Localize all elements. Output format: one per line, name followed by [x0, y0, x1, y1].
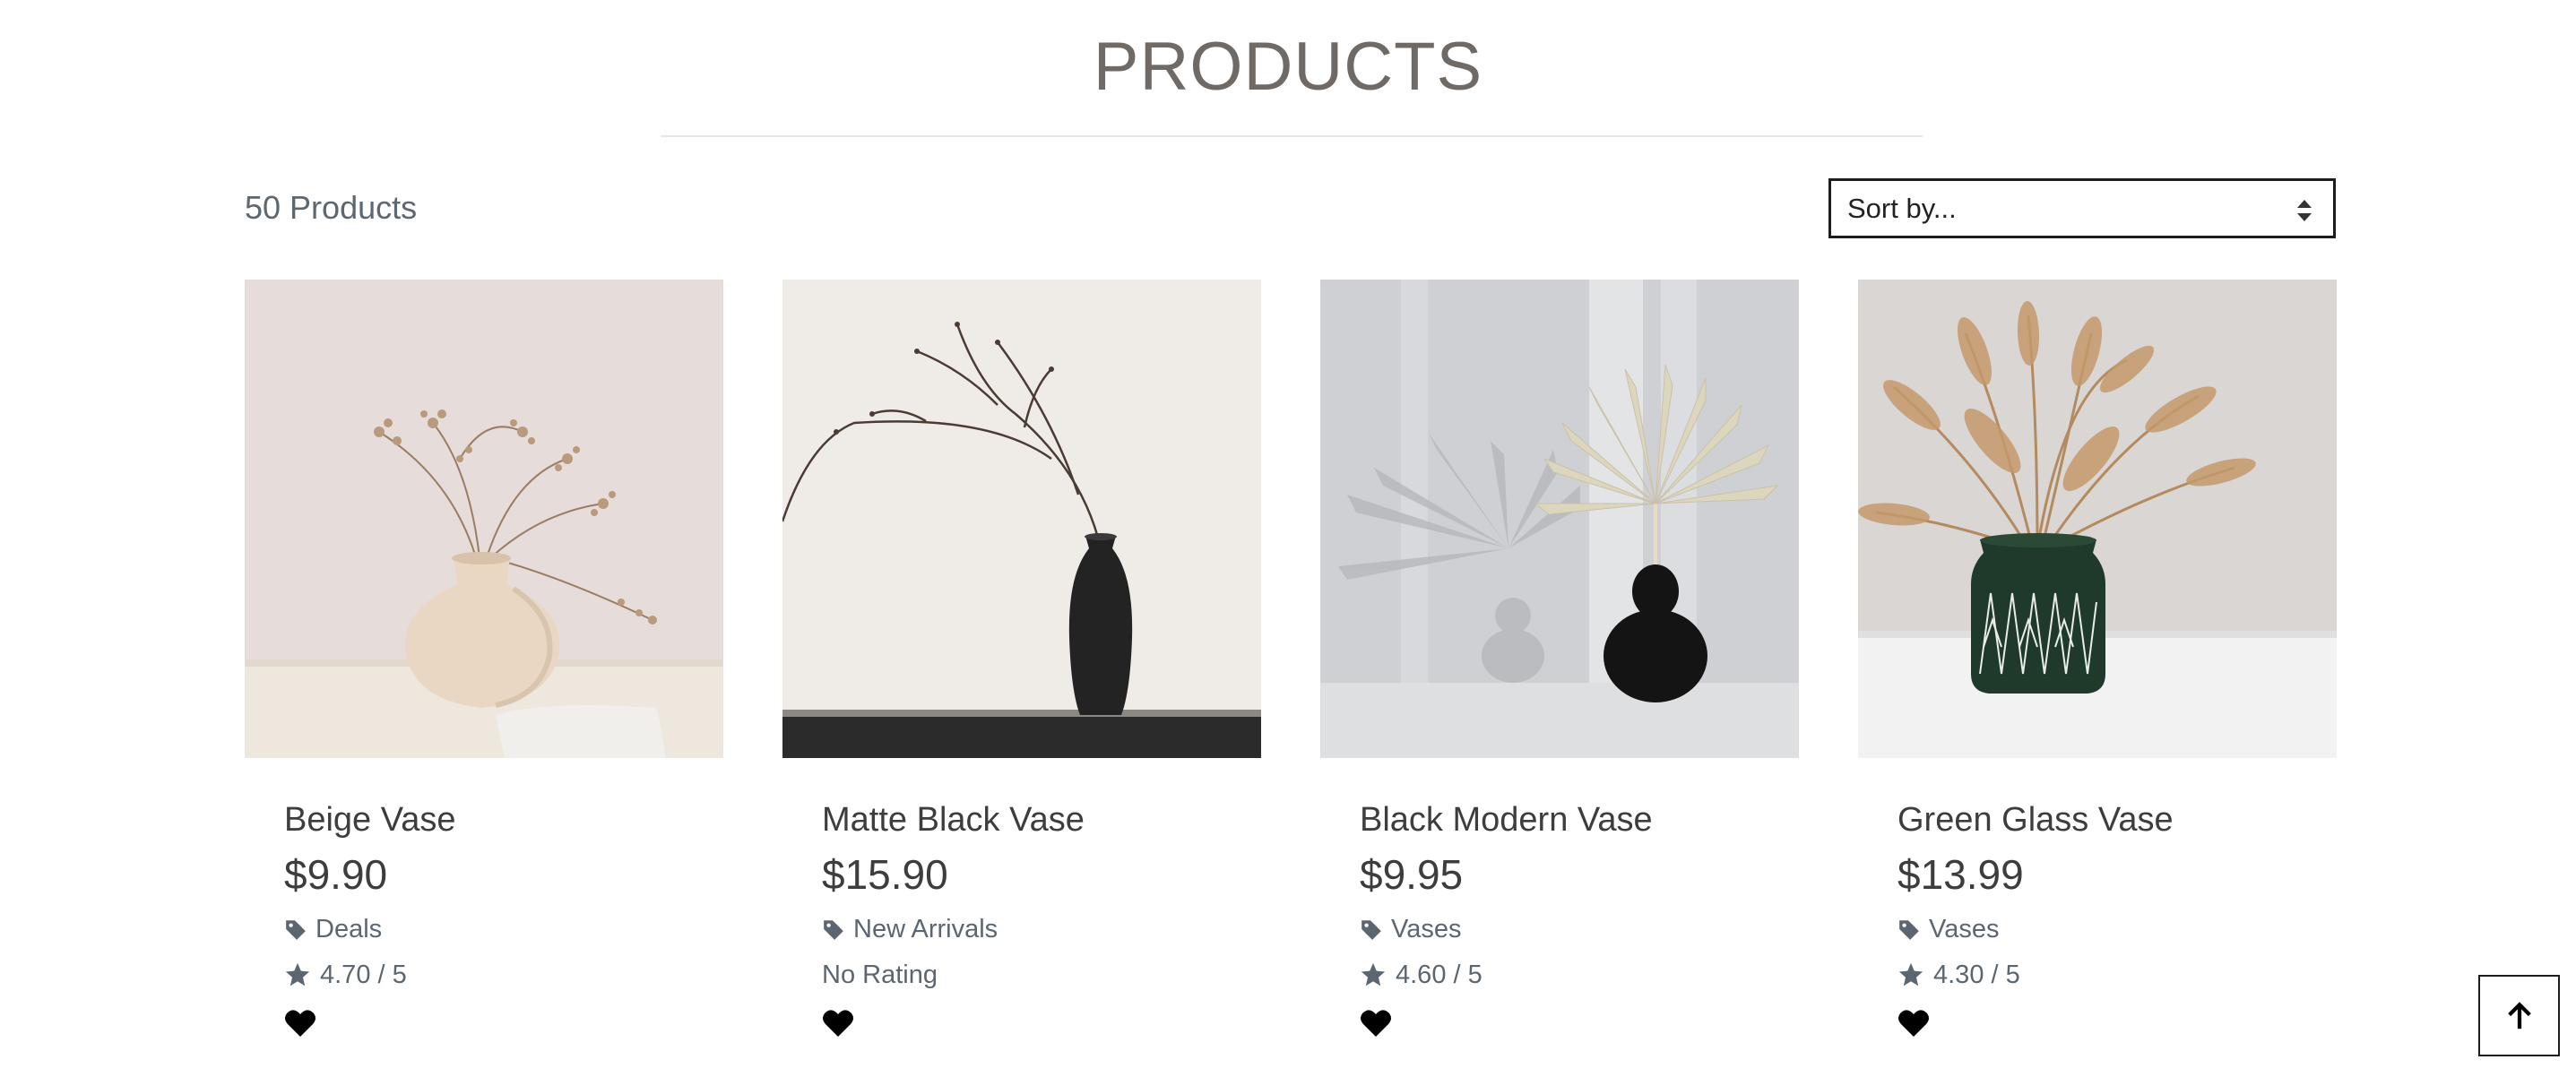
page-title: PRODUCTS: [1093, 29, 1483, 105]
product-rating: 4.30 / 5: [1897, 959, 2020, 991]
product-price: $13.99: [1897, 851, 2024, 898]
product-category[interactable]: Deals: [284, 913, 382, 945]
product-rating-value: 4.30 / 5: [1933, 961, 2020, 989]
product-card[interactable]: Green Glass Vase $13.99 Vases 4.30 / 5: [1858, 280, 2337, 1059]
product-category[interactable]: Vases: [1897, 913, 1999, 945]
product-category[interactable]: New Arrivals: [822, 913, 998, 945]
product-price: $9.95: [1360, 851, 1464, 898]
product-category-label: Vases: [1391, 915, 1462, 943]
product-category-label: Vases: [1929, 915, 2000, 943]
product-rating-value: 4.60 / 5: [1396, 961, 1482, 989]
product-price: $15.90: [822, 851, 948, 898]
tag-icon: [1899, 920, 1919, 940]
back-to-top-button[interactable]: [2478, 975, 2560, 1056]
product-category-label: Deals: [316, 915, 383, 943]
star-icon: [1898, 962, 1923, 987]
favorite-button[interactable]: [284, 1008, 316, 1038]
product-image[interactable]: [1858, 280, 2337, 758]
product-rating-value: 4.70 / 5: [320, 961, 407, 989]
favorite-button[interactable]: [1360, 1008, 1392, 1038]
title-divider: [661, 135, 1923, 137]
product-card[interactable]: Black Modern Vase $9.95 Vases 4.60 / 5: [1320, 280, 1799, 1059]
tag-icon: [1361, 920, 1381, 940]
product-count: 50 Products: [245, 189, 418, 226]
heart-icon: [1361, 1010, 1391, 1037]
product-price: $9.90: [284, 851, 388, 898]
black-modern-vase-photo: [1320, 280, 1799, 758]
product-image[interactable]: [1320, 280, 1799, 758]
heart-icon: [285, 1010, 316, 1037]
product-rating-value: No Rating: [822, 961, 938, 989]
sort-select[interactable]: Sort by...: [1828, 178, 2336, 238]
arrow-up-icon: [2507, 1001, 2531, 1029]
product-rating: No Rating: [822, 959, 938, 991]
heart-icon: [823, 1010, 853, 1037]
product-category[interactable]: Vases: [1360, 913, 1461, 945]
product-rating: 4.60 / 5: [1360, 959, 1482, 991]
product-category-label: New Arrivals: [853, 915, 998, 943]
product-rating: 4.70 / 5: [284, 959, 407, 991]
product-image[interactable]: [782, 280, 1261, 758]
tag-icon: [824, 920, 843, 940]
sort-arrows-icon: [2297, 200, 2312, 221]
product-name[interactable]: Black Modern Vase: [1360, 799, 1653, 840]
product-name[interactable]: Beige Vase: [284, 799, 456, 840]
beige-vase-photo: [245, 280, 723, 758]
heart-icon: [1898, 1010, 1929, 1037]
green-glass-vase-photo: [1858, 280, 2337, 758]
star-icon: [1361, 962, 1386, 987]
favorite-button[interactable]: [822, 1008, 854, 1038]
star-icon: [285, 962, 310, 987]
black-vase-photo: [782, 280, 1261, 758]
sort-select-value: Sort by...: [1847, 192, 1957, 224]
product-card[interactable]: Beige Vase $9.90 Deals 4.70 / 5: [245, 280, 723, 1059]
product-card[interactable]: Matte Black Vase $15.90 New Arrivals No …: [782, 280, 1261, 1059]
favorite-button[interactable]: [1897, 1008, 1930, 1038]
product-image[interactable]: [245, 280, 723, 758]
product-name[interactable]: Matte Black Vase: [822, 799, 1085, 840]
tag-icon: [286, 920, 306, 940]
product-name[interactable]: Green Glass Vase: [1897, 799, 2174, 840]
